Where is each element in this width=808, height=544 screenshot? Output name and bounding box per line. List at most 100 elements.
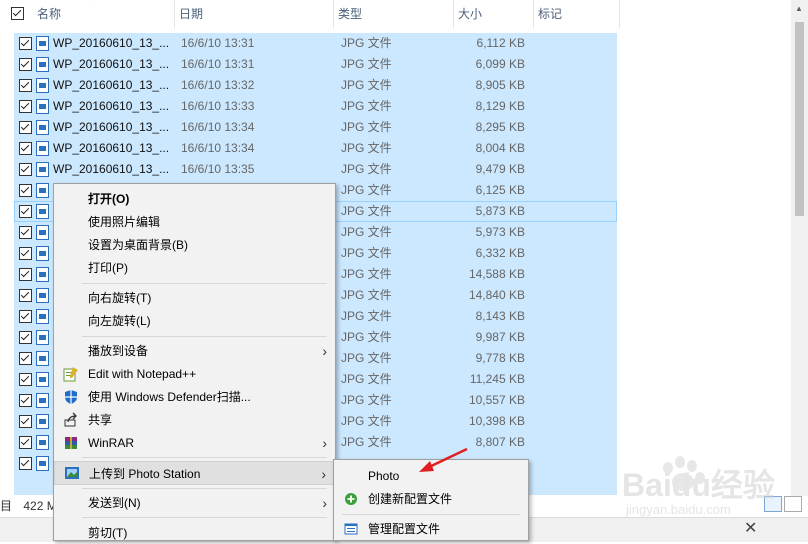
file-type: JPG 文件 <box>341 183 392 197</box>
baidu-watermark: Baidu经验 jingyan.baidu.com <box>620 450 790 520</box>
window-list-icon <box>344 523 358 535</box>
chevron-right-icon: › <box>321 466 326 482</box>
jpg-file-icon <box>36 393 49 408</box>
file-row[interactable]: WP_20160610_13_... 16/6/10 13:32 JPG 文件 8,9… <box>0 75 620 96</box>
row-checkbox[interactable] <box>19 268 32 281</box>
menu-separator <box>82 517 327 518</box>
row-checkbox[interactable] <box>19 163 32 176</box>
column-size[interactable]: 大小 <box>454 0 534 28</box>
row-checkbox[interactable] <box>19 352 32 365</box>
jpg-file-icon <box>36 36 49 51</box>
file-date: 16/6/10 13:35 <box>181 162 255 176</box>
row-checkbox[interactable] <box>19 121 32 134</box>
file-type: JPG 文件 <box>341 351 392 365</box>
jpg-file-icon <box>36 225 49 240</box>
row-checkbox[interactable] <box>19 100 32 113</box>
menu-item-edit-photos[interactable]: 使用照片编辑 <box>54 211 335 233</box>
jpg-file-icon <box>36 78 49 93</box>
file-date: 16/6/10 13:33 <box>181 99 255 113</box>
select-all-checkbox[interactable] <box>11 7 24 20</box>
file-type: JPG 文件 <box>341 78 392 92</box>
jpg-file-icon <box>36 372 49 387</box>
file-type: JPG 文件 <box>341 414 392 428</box>
column-tags[interactable]: 标记 <box>534 0 620 28</box>
file-date: 16/6/10 13:32 <box>181 78 255 92</box>
file-name: WP_20160610_13_... <box>53 99 170 113</box>
file-size: 9,778 KB <box>475 351 525 365</box>
file-type: JPG 文件 <box>341 309 392 323</box>
file-size: 6,112 KB <box>476 36 525 50</box>
row-checkbox[interactable] <box>19 205 32 218</box>
submenu-item-create-profile[interactable]: 创建新配置文件 <box>334 488 528 510</box>
menu-separator <box>82 457 327 458</box>
row-checkbox[interactable] <box>19 373 32 386</box>
row-checkbox[interactable] <box>19 289 32 302</box>
menu-item-notepad[interactable]: Edit with Notepad++ <box>54 363 335 385</box>
jpg-file-icon <box>36 141 49 156</box>
menu-item-rotate-right[interactable]: 向右旋转(T) <box>54 287 335 309</box>
file-row[interactable]: WP_20160610_13_... 16/6/10 13:35 JPG 文件 9,4… <box>0 159 620 180</box>
row-checkbox[interactable] <box>19 37 32 50</box>
file-type: JPG 文件 <box>341 246 392 260</box>
scroll-up-icon[interactable]: ▲ <box>795 4 803 13</box>
submenu-item-manage-profile[interactable]: 管理配置文件 <box>334 518 528 540</box>
menu-item-set-desktop[interactable]: 设置为桌面背景(B) <box>54 234 335 256</box>
column-name[interactable]: 名称 <box>33 0 175 28</box>
submenu-item-photo[interactable]: Photo <box>334 465 528 487</box>
menu-item-winrar[interactable]: WinRAR › <box>54 432 335 454</box>
row-checkbox[interactable] <box>19 142 32 155</box>
menu-item-rotate-left[interactable]: 向左旋转(L) <box>54 310 335 332</box>
file-type: JPG 文件 <box>341 225 392 239</box>
file-name: WP_20160610_13_... <box>53 120 170 134</box>
row-checkbox[interactable] <box>19 415 32 428</box>
row-checkbox[interactable] <box>19 226 32 239</box>
column-date[interactable]: 日期 <box>175 0 334 28</box>
row-checkbox[interactable] <box>19 79 32 92</box>
file-row[interactable]: WP_20160610_13_... 16/6/10 13:33 JPG 文件 8,1… <box>0 96 620 117</box>
file-name: WP_20160610_13_... <box>53 57 170 71</box>
file-row[interactable]: WP_20160610_13_... 16/6/10 13:34 JPG 文件 8,2… <box>0 117 620 138</box>
menu-item-share[interactable]: 共享 <box>54 409 335 431</box>
file-size: 6,099 KB <box>475 57 525 71</box>
file-date: 16/6/10 13:31 <box>181 36 255 50</box>
file-type: JPG 文件 <box>341 435 392 449</box>
row-checkbox[interactable] <box>19 436 32 449</box>
row-checkbox[interactable] <box>19 58 32 71</box>
file-size: 5,973 KB <box>475 225 525 239</box>
jpg-file-icon <box>36 204 49 219</box>
scrollbar-thumb[interactable] <box>795 22 804 216</box>
file-size: 8,807 KB <box>475 435 525 449</box>
file-row[interactable]: WP_20160610_13_... 16/6/10 13:31 JPG 文件 6,1… <box>0 33 620 54</box>
file-size: 14,840 KB <box>468 288 525 302</box>
file-type: JPG 文件 <box>341 372 392 386</box>
menu-item-photo-station[interactable]: 上传到 Photo Station › <box>54 461 335 485</box>
row-checkbox[interactable] <box>19 457 32 470</box>
menu-item-send-to[interactable]: 发送到(N) › <box>54 492 335 514</box>
file-row[interactable]: WP_20160610_13_... 16/6/10 13:34 JPG 文件 8,0… <box>0 138 620 159</box>
notepad-plus-icon <box>63 367 78 382</box>
close-icon[interactable]: ✕ <box>744 518 757 538</box>
row-checkbox[interactable] <box>19 331 32 344</box>
file-row[interactable]: WP_20160610_13_... 16/6/10 13:31 JPG 文件 6,0… <box>0 54 620 75</box>
file-size: 9,479 KB <box>475 162 525 176</box>
file-type: JPG 文件 <box>341 36 392 50</box>
watermark-brand: Baidu经验 <box>622 467 775 503</box>
file-name: WP_20160610_13_... <box>53 78 170 92</box>
menu-separator <box>82 488 327 489</box>
menu-item-print[interactable]: 打印(P) <box>54 257 335 279</box>
row-checkbox[interactable] <box>19 394 32 407</box>
menu-item-open[interactable]: 打开(O) <box>54 188 335 210</box>
jpg-file-icon <box>36 351 49 366</box>
file-type: JPG 文件 <box>341 141 392 155</box>
menu-item-cast[interactable]: 播放到设备 › <box>54 340 335 362</box>
row-checkbox[interactable] <box>19 247 32 260</box>
menu-separator <box>82 283 327 284</box>
row-checkbox[interactable] <box>19 184 32 197</box>
file-name: WP_20160610_13_... <box>53 141 170 155</box>
file-size: 10,557 KB <box>468 393 525 407</box>
menu-item-defender[interactable]: 使用 Windows Defender扫描... <box>54 386 335 408</box>
row-checkbox[interactable] <box>19 310 32 323</box>
column-header: ⌃ 名称 日期 类型 大小 标记 <box>0 0 620 28</box>
file-size: 10,398 KB <box>468 414 525 428</box>
column-type[interactable]: 类型 <box>334 0 454 28</box>
